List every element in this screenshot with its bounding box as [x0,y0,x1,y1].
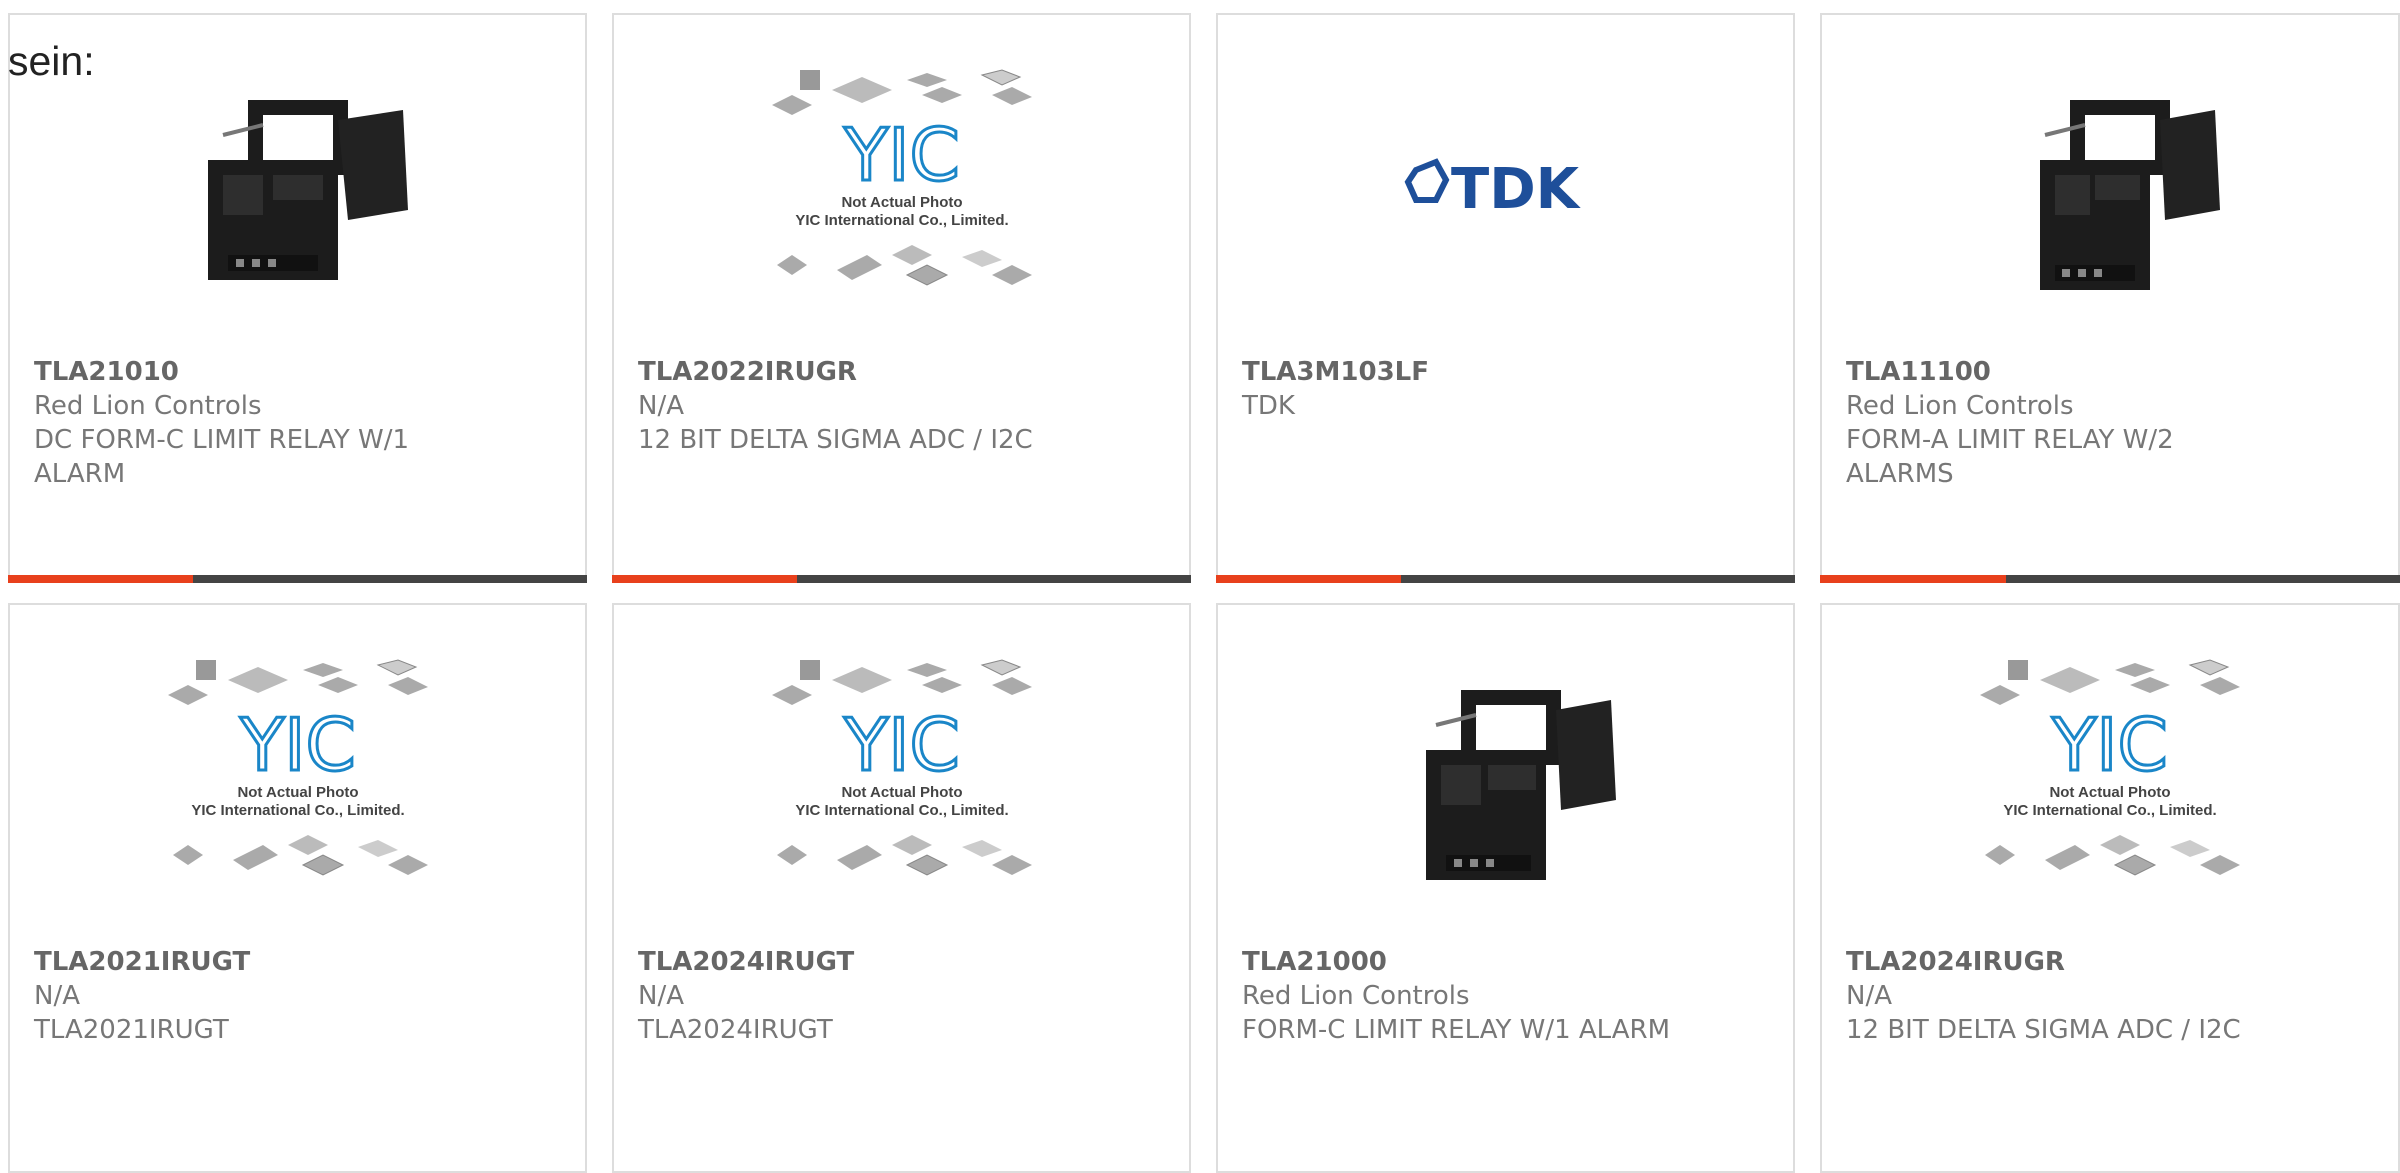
yic-logo: YIC [843,113,960,197]
product-image [1218,655,1793,905]
progress-bar [1820,575,2400,583]
placeholder-caption-line1: Not Actual Photo [841,194,962,211]
product-info: TLA2024IRUGT N/A TLA2024IRUGT [638,945,1169,1047]
progress-bar-fill [1216,575,1402,583]
product-card[interactable]: YIC Not Actual Photo YIC International C… [1820,603,2400,1173]
product-info: TLA11100 Red Lion Controls FORM-A LIMIT … [1846,355,2378,491]
description: FORM-C LIMIT RELAY W/1 ALARM [1242,1015,1671,1045]
relay-image [207,100,408,280]
placeholder-caption-line2: YIC International Co., Limited. [795,802,1008,819]
part-number[interactable]: TLA2024IRUGR [1846,945,2378,979]
part-number[interactable]: TLA3M103LF [1242,355,1773,389]
yic-logo: YIC [2051,703,2168,787]
progress-bar [8,575,587,583]
yic-placeholder-image: YIC Not Actual Photo YIC International C… [167,659,428,876]
product-card[interactable]: YIC Not Actual Photo YIC International C… [612,603,1191,1173]
part-number[interactable]: TLA2024IRUGT [638,945,1169,979]
product-card[interactable]: YIC Not Actual Photo YIC International C… [8,603,587,1173]
product-card[interactable]: TLA21000 Red Lion Controls FORM-C LIMIT … [1216,603,1795,1173]
manufacturer: TDK [1242,391,1295,421]
tdk-logo-image: TDK [1404,157,1582,222]
product-card[interactable]: TLA11100 Red Lion Controls FORM-A LIMIT … [1820,13,2400,583]
product-info: TLA2022IRUGR N/A 12 BIT DELTA SIGMA ADC … [638,355,1169,457]
product-image [10,65,585,315]
manufacturer: N/A [1846,981,1892,1011]
manufacturer: N/A [34,981,80,1011]
part-number[interactable]: TLA2021IRUGT [34,945,565,979]
product-image: YIC Not Actual Photo YIC International C… [10,655,585,905]
placeholder-caption-line2: YIC International Co., Limited. [191,802,404,819]
part-number[interactable]: TLA11100 [1846,355,2378,389]
product-image: YIC Not Actual Photo YIC International C… [614,65,1189,315]
product-card[interactable]: TDK TLA3M103LF TDK [1216,13,1795,583]
description: TLA2024IRUGT [638,1015,833,1045]
product-info: TLA21010 Red Lion Controls DC FORM-C LIM… [34,355,565,491]
manufacturer: Red Lion Controls [34,391,262,421]
progress-bar-fill [1820,575,2006,583]
yic-placeholder-image: YIC Not Actual Photo YIC International C… [1980,659,2240,876]
product-grid: TLA21010 Red Lion Controls DC FORM-C LIM… [0,0,2400,1173]
relay-image [1425,690,1616,880]
yic-placeholder-image: YIC Not Actual Photo YIC International C… [771,659,1032,876]
description: 12 BIT DELTA SIGMA ADC / I2C [1846,1015,2241,1045]
manufacturer: Red Lion Controls [1242,981,1470,1011]
manufacturer: N/A [638,981,684,1011]
product-info: TLA3M103LF TDK [1242,355,1773,423]
product-image: YIC Not Actual Photo YIC International C… [1822,655,2398,905]
product-info: TLA2024IRUGR N/A 12 BIT DELTA SIGMA ADC … [1846,945,2378,1047]
part-number[interactable]: TLA21000 [1242,945,1773,979]
tdk-logo: TDK [1451,157,1582,222]
part-number[interactable]: TLA21010 [34,355,565,389]
placeholder-caption-line2: YIC International Co., Limited. [795,212,1008,229]
placeholder-caption-line1: Not Actual Photo [237,784,358,801]
placeholder-caption-line1: Not Actual Photo [841,784,962,801]
product-info: TLA2021IRUGT N/A TLA2021IRUGT [34,945,565,1047]
description: TLA2021IRUGT [34,1015,229,1045]
manufacturer: N/A [638,391,684,421]
product-image: YIC Not Actual Photo YIC International C… [614,655,1189,905]
progress-bar [612,575,1191,583]
product-image: TDK [1218,65,1793,315]
product-info: TLA21000 Red Lion Controls FORM-C LIMIT … [1242,945,1773,1047]
page-heading: sein: [8,38,95,84]
product-image [1822,65,2398,315]
part-number[interactable]: TLA2022IRUGR [638,355,1169,389]
description: FORM-A LIMIT RELAY W/2 ALARMS [1846,425,2174,489]
placeholder-caption-line2: YIC International Co., Limited. [2003,802,2216,819]
manufacturer: Red Lion Controls [1846,391,2074,421]
product-card[interactable]: YIC Not Actual Photo YIC International C… [612,13,1191,583]
relay-image [2040,100,2220,290]
progress-bar [1216,575,1795,583]
yic-logo: YIC [843,703,960,787]
progress-bar-fill [8,575,194,583]
yic-logo: YIC [239,703,356,787]
product-card[interactable]: TLA21010 Red Lion Controls DC FORM-C LIM… [8,13,587,583]
progress-bar-fill [612,575,798,583]
description: 12 BIT DELTA SIGMA ADC / I2C [638,425,1033,455]
yic-placeholder-image: YIC Not Actual Photo YIC International C… [771,69,1032,286]
description: DC FORM-C LIMIT RELAY W/1 ALARM [34,425,410,489]
placeholder-caption-line1: Not Actual Photo [2049,784,2170,801]
